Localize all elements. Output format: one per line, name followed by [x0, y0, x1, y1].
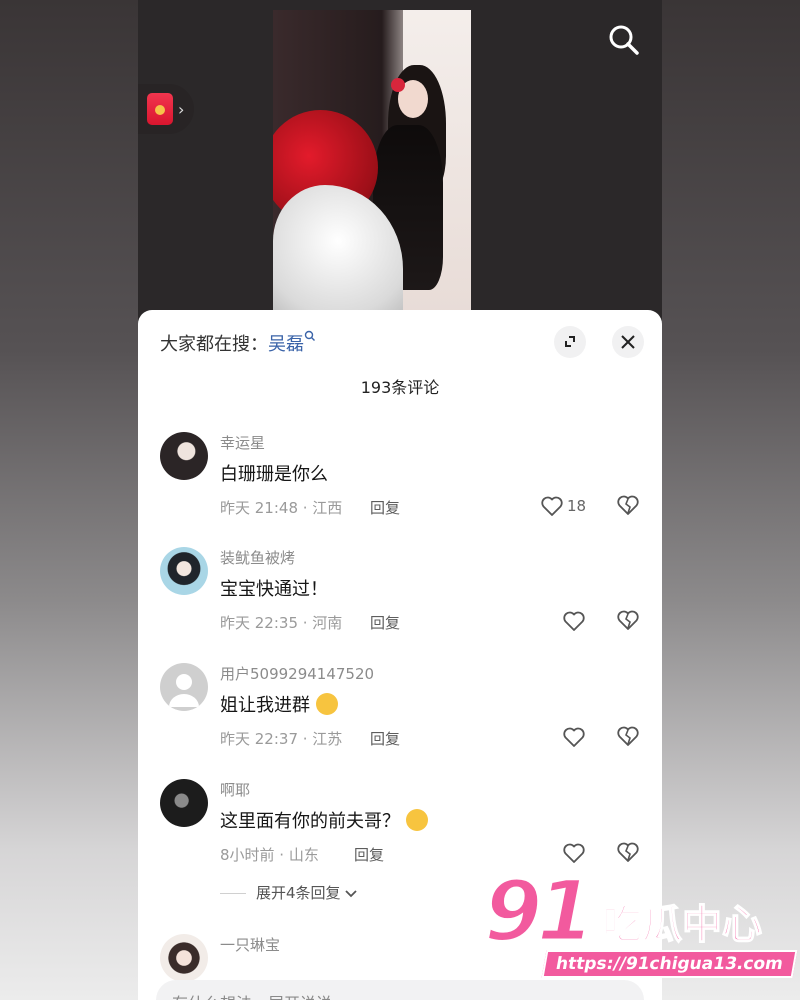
- comment-meta: 8小时前 · 山东: [220, 846, 319, 864]
- expand-replies-button[interactable]: 展开4条回复: [220, 882, 357, 903]
- comment-username[interactable]: 用户5099294147520: [220, 663, 374, 684]
- avatar[interactable]: [160, 663, 208, 711]
- search-small-icon: [304, 330, 315, 341]
- comment-meta: 昨天 22:35 · 河南: [220, 614, 343, 632]
- reply-button[interactable]: 回复: [370, 497, 400, 518]
- broken-heart-icon: [617, 495, 639, 515]
- phone-screen: › 大家都在搜：吴磊 193条评论 幸运星 白珊珊是你么 昨天 21:48 · …: [138, 0, 662, 1000]
- comment-text: 白珊珊是你么: [220, 464, 328, 485]
- hot-search-prefix: 大家都在搜：: [160, 334, 268, 355]
- comment-meta: 昨天 21:48 · 江西: [220, 499, 343, 517]
- watermark-number: 91: [483, 861, 597, 962]
- reply-button[interactable]: 回复: [370, 728, 400, 749]
- heart-icon: [563, 727, 585, 747]
- comment-item: 用户5099294147520 姐让我进群 昨天 22:37 · 江苏 回复: [138, 663, 662, 773]
- broken-heart-icon: [617, 610, 639, 630]
- comment-text: 这里面有你的前夫哥？: [220, 807, 428, 833]
- heart-icon: [563, 843, 585, 863]
- comment-input[interactable]: 有什么想法，展开说说: [156, 980, 644, 1000]
- avatar[interactable]: [160, 934, 208, 982]
- comment-text-content: 姐让我进群: [220, 695, 310, 716]
- hot-search-bar[interactable]: 大家都在搜：吴磊: [160, 330, 316, 356]
- search-icon[interactable]: [606, 22, 642, 58]
- avatar[interactable]: [160, 432, 208, 480]
- like-button[interactable]: 18: [540, 494, 586, 518]
- pleading-emoji-icon: [315, 693, 338, 715]
- comment-username[interactable]: 装鱿鱼被烤: [220, 547, 295, 568]
- comment-item: 幸运星 白珊珊是你么 昨天 21:48 · 江西 回复 18: [138, 432, 662, 542]
- comment-username[interactable]: 啊耶: [220, 779, 250, 800]
- hot-search-keyword[interactable]: 吴磊: [268, 334, 304, 355]
- red-packet-icon: [147, 93, 173, 125]
- comment-text-content: 这里面有你的前夫哥？: [220, 811, 400, 832]
- watermark: 91 吃瓜中心 https://91chigua13.com: [483, 861, 798, 982]
- comment-item: 装鱿鱼被烤 宝宝快通过！ 昨天 22:35 · 河南 回复: [138, 547, 662, 657]
- comment-text: 宝宝快通过！: [220, 579, 328, 600]
- reply-button[interactable]: 回复: [370, 612, 400, 633]
- dislike-button[interactable]: [616, 725, 640, 749]
- expand-replies-label: 展开4条回复: [256, 884, 341, 902]
- like-button[interactable]: [562, 609, 586, 633]
- close-button[interactable]: [612, 326, 644, 358]
- broken-heart-icon: [617, 726, 639, 746]
- chevron-right-icon: ›: [178, 100, 185, 119]
- chevron-down-icon: [345, 890, 357, 898]
- dislike-button[interactable]: [616, 494, 640, 518]
- comment-input-placeholder: 有什么想法，展开说说: [172, 990, 332, 1000]
- surprised-emoji-icon: [405, 809, 428, 831]
- default-avatar-icon: [169, 674, 199, 707]
- expand-divider: [220, 893, 246, 894]
- collapse-button[interactable]: [554, 326, 586, 358]
- reply-button[interactable]: 回复: [354, 844, 384, 865]
- like-count: 18: [567, 497, 587, 515]
- dislike-button[interactable]: [616, 609, 640, 633]
- comment-text: 姐让我进群: [220, 691, 338, 717]
- video-player[interactable]: [273, 10, 471, 315]
- heart-icon: [541, 496, 563, 516]
- avatar[interactable]: [160, 547, 208, 595]
- like-button[interactable]: [562, 725, 586, 749]
- comment-username[interactable]: 一只琳宝: [220, 934, 280, 955]
- comment-meta: 昨天 22:37 · 江苏: [220, 730, 343, 748]
- broken-heart-icon: [617, 842, 639, 862]
- avatar[interactable]: [160, 779, 208, 827]
- comment-username[interactable]: 幸运星: [220, 432, 265, 453]
- watermark-url: https://91chigua13.com: [541, 950, 798, 978]
- close-icon: [621, 335, 635, 349]
- heart-icon: [563, 611, 585, 631]
- red-packet-button[interactable]: ›: [138, 84, 194, 134]
- collapse-icon: [565, 336, 575, 347]
- watermark-brand: 吃瓜中心: [601, 901, 763, 949]
- video-hair-flower: [391, 78, 405, 92]
- comment-count: 193条评论: [360, 378, 440, 397]
